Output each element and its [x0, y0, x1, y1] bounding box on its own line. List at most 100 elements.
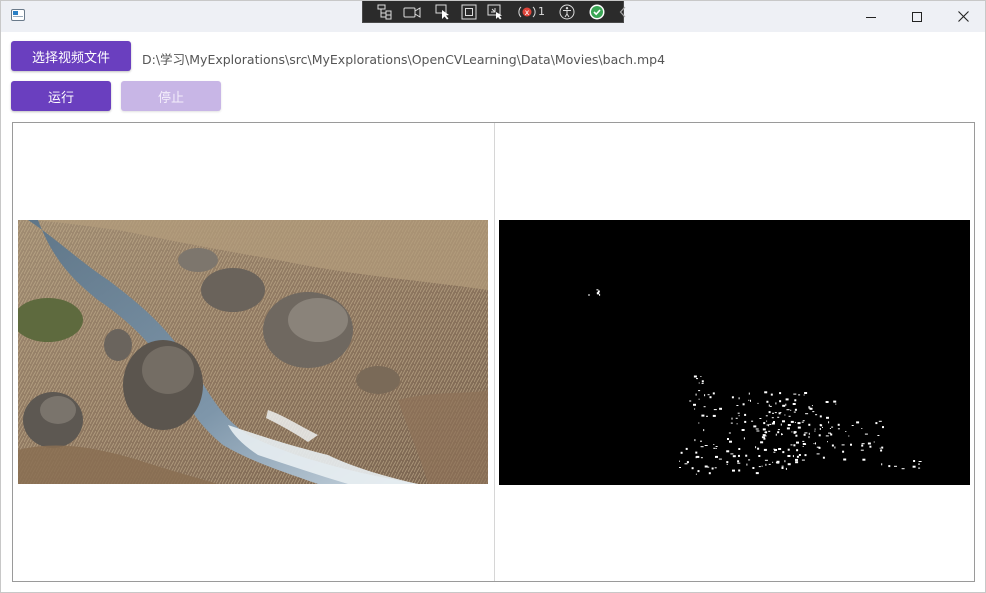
- visual-tree-icon: [377, 4, 392, 19]
- mask-speckle: [768, 463, 771, 465]
- close-button[interactable]: [940, 1, 986, 32]
- run-button[interactable]: 运行: [11, 81, 111, 111]
- mask-speckle: [801, 459, 805, 461]
- collapse-toolbar-button[interactable]: [614, 1, 632, 23]
- mask-speckle: [727, 438, 729, 440]
- app-window: x 1 选择视频文件 D:\学习\MyExplorations\src\MyEx…: [0, 0, 986, 593]
- mask-speckle: [748, 459, 751, 461]
- mask-speckle: [881, 446, 884, 449]
- mask-speckle: [825, 435, 829, 437]
- mask-speckle: [763, 422, 766, 425]
- mask-speckle: [793, 444, 796, 447]
- mask-speckle: [738, 397, 740, 400]
- accessibility-checker-button[interactable]: [554, 1, 580, 23]
- mask-speckle: [701, 380, 704, 383]
- mask-speckle: [714, 467, 717, 469]
- mask-speckle: [781, 467, 784, 469]
- mask-speckle: [814, 430, 816, 432]
- mask-speckle: [861, 443, 865, 445]
- mask-speckle: [758, 466, 761, 468]
- mask-speckle: [802, 446, 804, 447]
- mask-speckle: [782, 451, 785, 454]
- mask-speckle: [744, 413, 747, 416]
- mask-speckle: [777, 431, 780, 434]
- maximize-button[interactable]: [894, 1, 940, 32]
- hot-reload-status[interactable]: [584, 1, 610, 23]
- mask-speckle: [785, 467, 787, 470]
- mask-speckle: [795, 434, 798, 437]
- mask-speckle: [700, 376, 702, 377]
- mask-speckle: [770, 393, 773, 396]
- mask-speckle: [781, 433, 783, 436]
- mask-speckle: [778, 448, 782, 450]
- mask-speckle: [703, 429, 705, 432]
- mask-speckle: [790, 409, 792, 411]
- mask-speckle: [764, 391, 768, 394]
- mask-speckle: [701, 414, 705, 417]
- mask-speckle: [715, 446, 718, 447]
- mask-speckle: [881, 463, 883, 466]
- mask-speckle: [768, 411, 771, 414]
- mask-speckle: [703, 406, 706, 408]
- mask-speckle: [776, 460, 780, 463]
- mask-speckle: [796, 441, 799, 444]
- mask-speckle: [721, 407, 722, 410]
- mask-speckle: [778, 412, 781, 415]
- mask-speckle: [713, 409, 717, 411]
- select-video-file-button[interactable]: 选择视频文件: [11, 41, 131, 71]
- mask-speckle: [862, 458, 866, 461]
- mask-speckle: [790, 444, 793, 446]
- mask-speckle: [726, 463, 728, 465]
- mask-speckle: [729, 440, 732, 443]
- mask-speckle: [776, 462, 780, 464]
- mask-speckle: [694, 439, 696, 442]
- mask-speckle: [753, 425, 757, 428]
- mask-speckle: [875, 422, 878, 425]
- mask-speckle: [822, 426, 823, 428]
- mask-speckle: [786, 409, 790, 411]
- adorner-icon: [461, 4, 477, 19]
- mask-speckle: [769, 423, 772, 425]
- video-recorder-button[interactable]: [398, 1, 426, 23]
- track-focused-element-button[interactable]: [482, 1, 508, 23]
- mask-speckle: [713, 444, 715, 445]
- mask-speckle: [711, 467, 714, 470]
- mask-speckle: [831, 444, 834, 447]
- select-element-button[interactable]: [430, 1, 456, 23]
- mask-speckle: [741, 429, 745, 431]
- live-visual-tree-button[interactable]: [372, 1, 398, 23]
- mask-speckle: [698, 398, 700, 400]
- mask-speckle: [777, 429, 780, 431]
- mask-speckle: [779, 400, 782, 403]
- mask-speckle: [763, 437, 766, 440]
- mask-speckle: [715, 455, 718, 458]
- mask-speckle: [718, 458, 722, 460]
- mask-speckle: [707, 394, 710, 396]
- mask-speckle: [878, 420, 882, 422]
- display-layout-adorners-button[interactable]: [456, 1, 482, 23]
- mask-speckle: [834, 446, 836, 449]
- mask-speckle: [808, 406, 811, 408]
- mask-speckle: [704, 465, 708, 468]
- mask-speckle: [771, 417, 774, 419]
- mask-speckle: [861, 428, 863, 429]
- mask-speckle: [764, 459, 768, 461]
- mask-speckle: [696, 378, 698, 380]
- mask-speckle: [795, 458, 798, 461]
- mask-speckle: [738, 415, 740, 417]
- mask-speckle: [805, 413, 809, 415]
- file-path-label: D:\学习\MyExplorations\src\MyExplorations\…: [142, 52, 666, 67]
- mask-speckle: [851, 425, 854, 426]
- mask-speckle: [685, 447, 688, 450]
- mask-speckle: [813, 443, 815, 445]
- camera-icon: [403, 6, 421, 18]
- mask-speckle: [772, 461, 774, 463]
- mask-speckle: [792, 403, 796, 405]
- binding-failures-button[interactable]: x 1: [512, 1, 550, 23]
- panel-divider: [494, 123, 495, 581]
- stop-button: 停止: [121, 81, 221, 111]
- mask-speckle: [785, 398, 789, 401]
- original-video-frame: [18, 220, 488, 484]
- minimize-button[interactable]: [848, 1, 894, 32]
- mask-speckle: [841, 444, 845, 446]
